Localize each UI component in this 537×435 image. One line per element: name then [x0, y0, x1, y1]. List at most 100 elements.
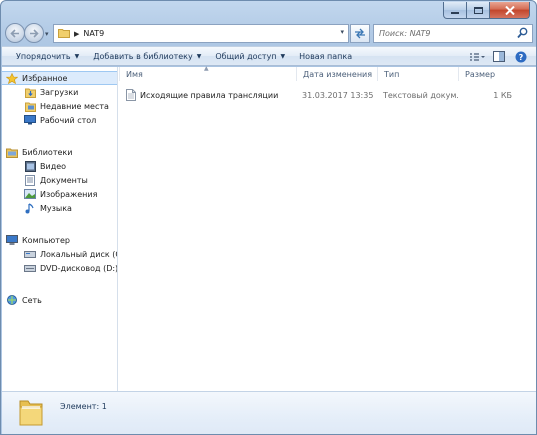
sidebar-item-label: Документы: [40, 175, 88, 185]
command-bar: Упорядочить ▼ Добавить в библиотеку ▼ Общи…: [2, 46, 536, 66]
organize-label: Упорядочить: [16, 51, 71, 61]
recent-places-icon: [24, 101, 36, 112]
sidebar-item-label: Компьютер: [22, 235, 70, 245]
preview-pane-button[interactable]: [490, 49, 508, 64]
caption-buttons: [443, 2, 530, 19]
sidebar-item-label: Рабочий стол: [40, 115, 97, 125]
help-button[interactable]: ?: [512, 49, 530, 64]
column-header-size[interactable]: Размер: [458, 67, 518, 81]
maximize-button[interactable]: [467, 2, 490, 19]
file-list: ▲ Имя Дата изменения Тип Размер Исходящи…: [119, 65, 536, 391]
organize-button[interactable]: Упорядочить ▼: [2, 46, 87, 66]
sidebar-item-local-disk[interactable]: Локальный диск (C: [2, 247, 117, 261]
breadcrumb-separator-icon[interactable]: ▶: [74, 30, 79, 38]
content-area: Избранное Загрузки Недавние места Рабочи…: [2, 65, 536, 391]
forward-button[interactable]: [24, 23, 44, 43]
refresh-icon: [355, 28, 365, 39]
table-row[interactable]: Исходящие правила трансляции 31.03.2017 …: [119, 87, 536, 103]
sidebar-item-label: Избранное: [22, 73, 68, 83]
sidebar-item-video[interactable]: Видео: [2, 159, 117, 173]
sidebar-item-label: Сеть: [22, 295, 42, 305]
address-bar[interactable]: ▶ NAT9 ▾: [53, 24, 349, 43]
close-icon: [504, 5, 515, 15]
sidebar-item-label: Изображения: [40, 189, 98, 199]
favorites-section: Избранное Загрузки Недавние места Рабочи…: [2, 71, 117, 127]
details-pane: Элемент: 1: [2, 391, 536, 434]
star-icon: [6, 72, 18, 84]
libraries-icon: [6, 147, 18, 158]
navigation-row: ▾ ▶ NAT9 ▾: [1, 21, 536, 45]
sidebar-item-libraries[interactable]: Библиотеки: [2, 145, 117, 159]
dvd-drive-icon: [24, 263, 36, 274]
arrow-left-icon: [10, 28, 19, 38]
sort-arrow-icon: ▲: [204, 65, 209, 72]
column-header-row: ▲ Имя Дата изменения Тип Размер: [119, 65, 536, 81]
change-view-button[interactable]: [468, 49, 486, 64]
recent-pages-dropdown[interactable]: ▾: [45, 30, 49, 38]
sidebar-item-label: Недавние места: [40, 101, 109, 111]
sidebar-item-computer[interactable]: Компьютер: [2, 233, 117, 247]
preview-pane-icon: [493, 51, 505, 62]
refresh-button[interactable]: [350, 24, 370, 43]
share-button[interactable]: Общий доступ ▼: [209, 46, 293, 66]
sidebar-item-label: Библиотеки: [22, 147, 73, 157]
file-name: Исходящие правила трансляции: [140, 90, 279, 100]
sidebar-item-label: Видео: [40, 161, 67, 171]
column-header-modified[interactable]: Дата изменения: [296, 67, 377, 81]
search-icon[interactable]: [517, 27, 528, 41]
sidebar-item-downloads[interactable]: Загрузки: [2, 85, 117, 99]
sidebar-item-network[interactable]: Сеть: [2, 293, 117, 307]
minimize-button[interactable]: [443, 2, 467, 19]
close-button[interactable]: [490, 2, 530, 19]
breadcrumb-nat9[interactable]: NAT9: [83, 29, 104, 38]
sidebar-item-label: Загрузки: [40, 87, 79, 97]
help-icon: ?: [515, 51, 527, 62]
sidebar-item-favorites[interactable]: Избранное: [2, 71, 117, 85]
maximize-icon: [473, 6, 483, 14]
sidebar-item-desktop[interactable]: Рабочий стол: [2, 113, 117, 127]
share-label: Общий доступ: [215, 51, 277, 61]
add-to-library-button[interactable]: Добавить в библиотеку ▼: [87, 46, 209, 66]
computer-section: Компьютер Локальный диск (C DVD-дисковод…: [2, 233, 117, 275]
chevron-down-icon: ▼: [280, 52, 286, 60]
search-box[interactable]: [373, 24, 533, 43]
column-header-type[interactable]: Тип: [377, 67, 458, 81]
navigation-pane: Избранное Загрузки Недавние места Рабочи…: [2, 67, 118, 391]
local-disk-icon: [24, 249, 36, 260]
sidebar-item-label: Локальный диск (C: [40, 249, 118, 259]
chevron-down-icon: ▼: [74, 52, 80, 60]
file-modified: 31.03.2017 13:35: [302, 90, 374, 100]
new-folder-button[interactable]: Новая папка: [293, 46, 360, 66]
pictures-icon: [24, 189, 36, 200]
search-input[interactable]: [379, 29, 509, 38]
sidebar-item-pictures[interactable]: Изображения: [2, 187, 117, 201]
view-tools: ?: [468, 49, 530, 64]
back-button[interactable]: [5, 23, 25, 43]
explorer-window: ▾ ▶ NAT9 ▾ Упорядочить▼ Добавить в библи…: [0, 0, 537, 435]
view-list-icon: [470, 52, 485, 61]
new-folder-label: Новая папка: [299, 51, 353, 61]
item-count: Элемент: 1: [60, 402, 107, 411]
chevron-down-icon: ▼: [196, 52, 202, 60]
sidebar-item-documents[interactable]: Документы: [2, 173, 117, 187]
add-to-library-label: Добавить в библиотеку: [93, 51, 193, 61]
minimize-icon: [451, 12, 459, 14]
address-dropdown-icon[interactable]: ▾: [340, 28, 344, 36]
file-type: Текстовый докум...: [383, 90, 458, 100]
libraries-section: Библиотеки Видео Документы Изображения М…: [2, 145, 117, 215]
network-icon: [6, 294, 18, 306]
desktop-icon: [24, 115, 36, 126]
video-icon: [24, 160, 36, 172]
file-name-cell: Исходящие правила трансляции: [119, 89, 296, 101]
file-size: 1 КБ: [493, 90, 512, 100]
sidebar-item-label: Музыка: [40, 203, 72, 213]
computer-icon: [6, 234, 18, 246]
documents-icon: [24, 174, 36, 186]
arrow-right-icon: [30, 28, 39, 38]
sidebar-item-recent-places[interactable]: Недавние места: [2, 99, 117, 113]
sidebar-item-music[interactable]: Музыка: [2, 201, 117, 215]
text-file-icon: [126, 89, 136, 101]
sidebar-item-dvd-drive[interactable]: DVD-дисковод (D:) •: [2, 261, 117, 275]
folder-icon: [58, 28, 70, 40]
svg-text:?: ?: [519, 53, 524, 62]
